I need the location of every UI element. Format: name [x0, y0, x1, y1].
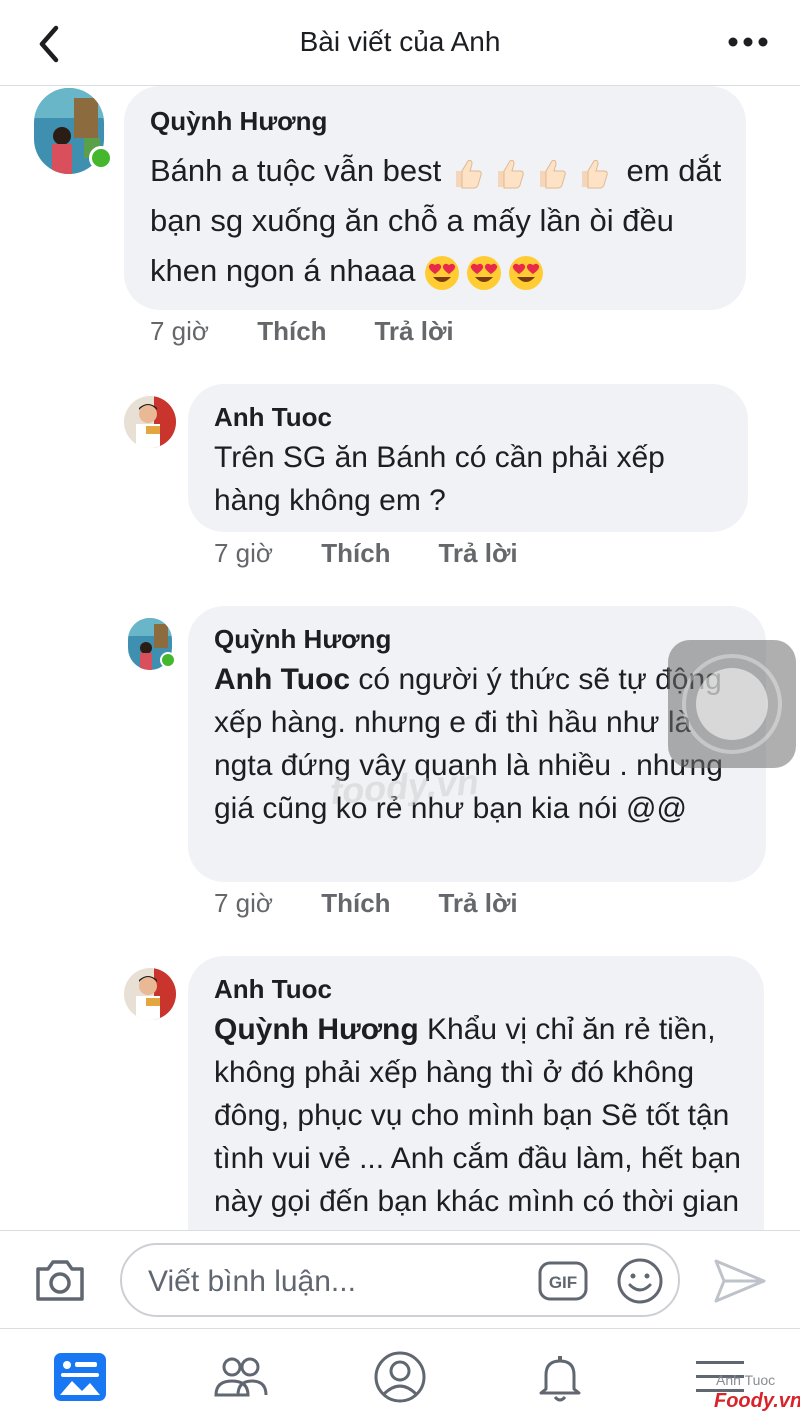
mention-link[interactable]: Quỳnh Hương — [214, 1013, 419, 1046]
page-title: Bài viết của Anh — [299, 26, 501, 57]
comment-text: Bánh a tuộc vẫn best em dắt bạn sg xuống… — [150, 153, 722, 290]
online-indicator — [160, 652, 176, 668]
thumbs-up-emoji — [450, 153, 627, 189]
gif-icon[interactable]: GIF — [538, 1261, 588, 1301]
heart-eyes-emoji — [424, 253, 550, 290]
comment-text: Anh Tuoc có người ý thức sẽ tự động xếp … — [214, 663, 723, 825]
more-dots-icon[interactable] — [728, 30, 768, 54]
watermark-credit-name: Anh Tuoc — [716, 1372, 776, 1388]
comment-composer: Viết bình luận... GIF — [0, 1230, 800, 1328]
comment-text: Quỳnh Hương Khẩu vị chỉ ăn rẻ tiền, khôn… — [214, 1013, 741, 1230]
like-link[interactable]: Thích — [257, 316, 367, 347]
comment-author[interactable]: Anh Tuoc — [214, 402, 332, 433]
reply-link[interactable]: Trả lời — [438, 888, 517, 919]
gif-label: GIF — [549, 1273, 577, 1292]
comment-text: Trên SG ăn Bánh có cần phải xếp hàng khô… — [214, 441, 665, 517]
friends-icon[interactable] — [212, 1349, 268, 1405]
profile-icon[interactable] — [372, 1349, 428, 1405]
like-link[interactable]: Thích — [321, 538, 431, 569]
comment-input[interactable]: Viết bình luận... GIF — [120, 1243, 680, 1317]
comment-time: 7 giờ — [214, 888, 273, 918]
mention-link[interactable]: Anh Tuoc — [214, 663, 350, 696]
comment-meta: 7 giờ Thích Trả lời — [214, 888, 518, 919]
watermark-credit-brand: Foody.vn — [714, 1390, 800, 1412]
comment-time: 7 giờ — [214, 538, 273, 568]
comment-meta: 7 giờ Thích Trả lời — [214, 538, 518, 569]
assistive-touch-button[interactable] — [668, 640, 796, 768]
top-nav-bar: Bài viết của Anh — [0, 0, 800, 86]
comment-author[interactable]: Anh Tuoc — [214, 974, 332, 1005]
online-indicator — [89, 146, 113, 170]
comment-author[interactable]: Quỳnh Hương — [150, 106, 327, 137]
bottom-tab-bar — [0, 1328, 800, 1423]
send-icon[interactable] — [712, 1257, 768, 1305]
reply-link[interactable]: Trả lời — [438, 538, 517, 569]
news-feed-icon[interactable] — [52, 1349, 108, 1405]
comment-author[interactable]: Quỳnh Hương — [214, 624, 391, 655]
avatar[interactable] — [124, 968, 176, 1020]
comment-placeholder: Viết bình luận... — [148, 1265, 356, 1298]
reply-link[interactable]: Trả lời — [374, 316, 453, 347]
camera-icon[interactable] — [34, 1257, 86, 1303]
like-link[interactable]: Thích — [321, 888, 431, 919]
comment-time: 7 giờ — [150, 316, 209, 346]
avatar[interactable] — [124, 396, 176, 448]
bell-icon[interactable] — [532, 1349, 588, 1405]
smiley-icon[interactable] — [616, 1257, 664, 1305]
comment-meta: 7 giờ Thích Trả lời — [150, 316, 454, 347]
